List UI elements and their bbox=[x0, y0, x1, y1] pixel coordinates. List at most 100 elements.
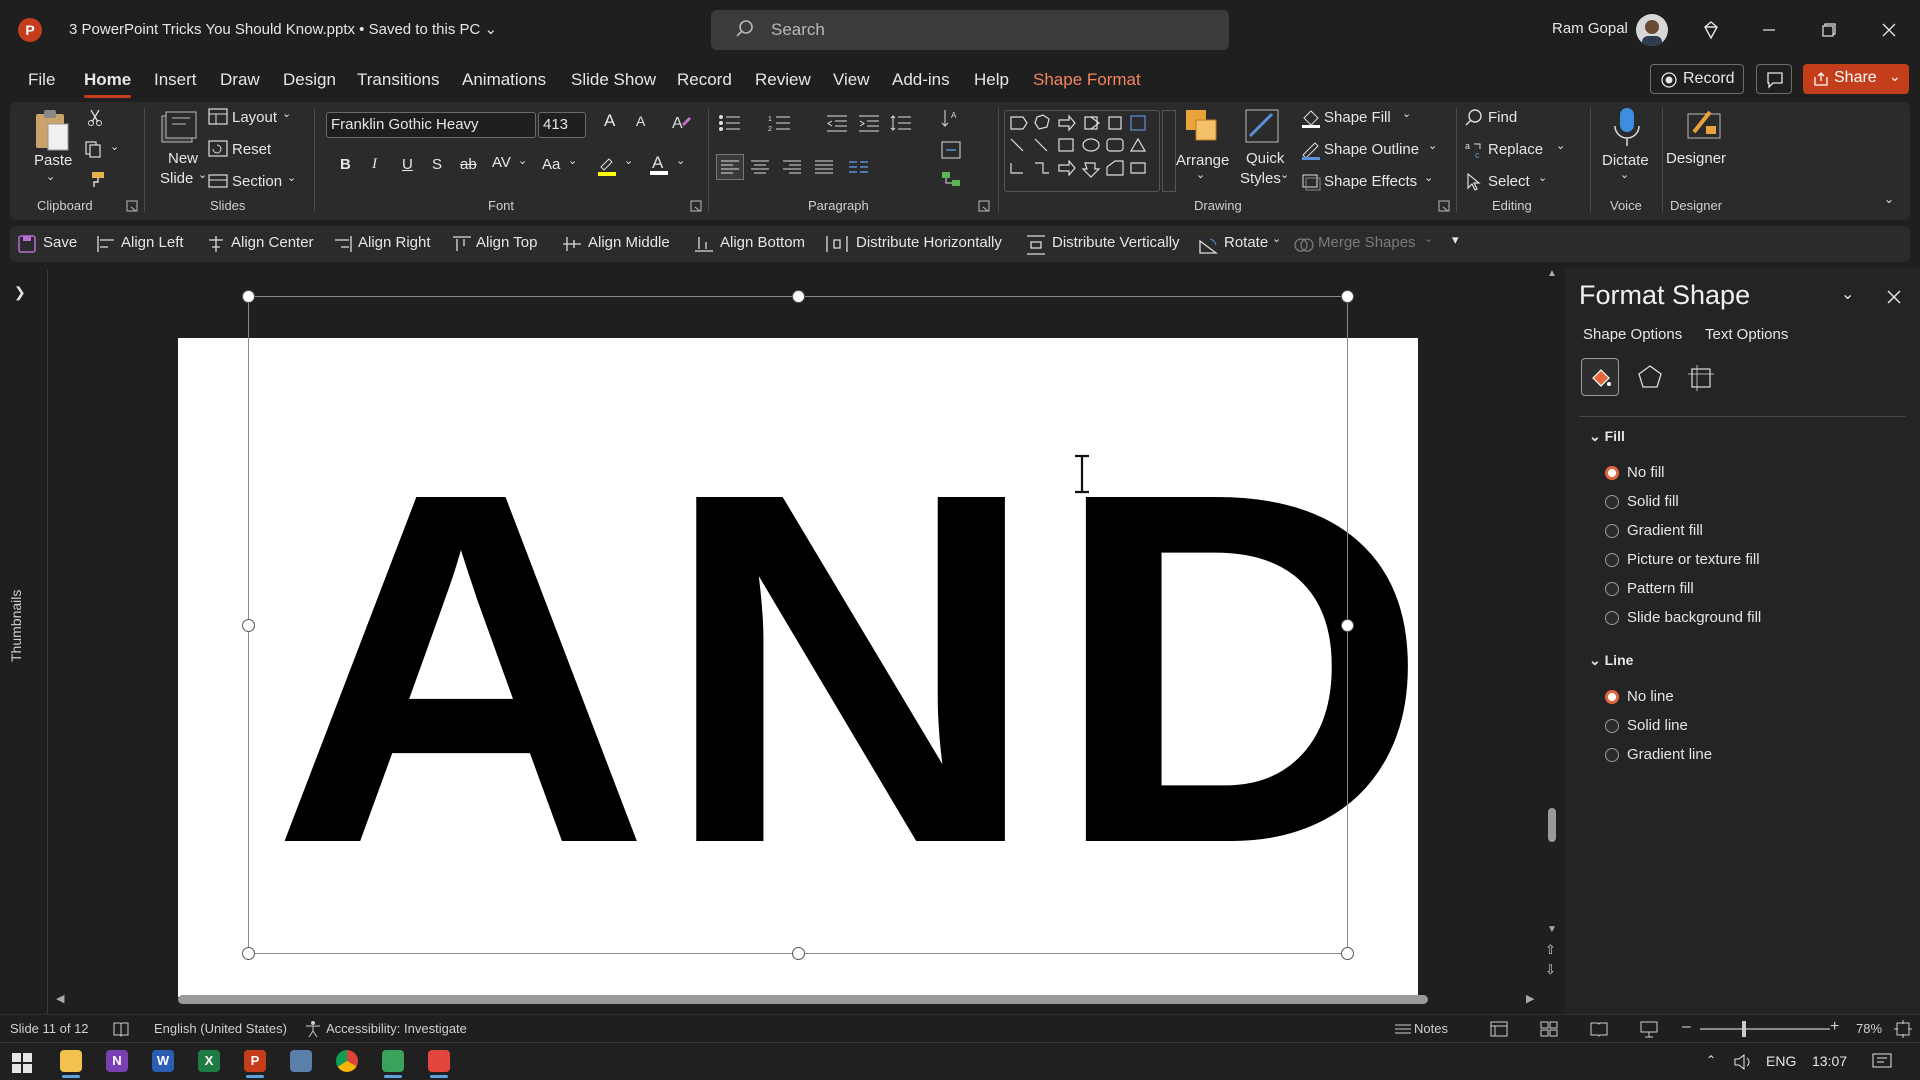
dialog-launcher-icon[interactable] bbox=[1438, 200, 1450, 212]
chevron-down-icon[interactable]: ⌄ bbox=[676, 154, 685, 167]
copy-icon[interactable] bbox=[84, 140, 104, 158]
scroll-right-icon[interactable]: ▶ bbox=[1526, 992, 1534, 1005]
tab-shape-options[interactable]: Shape Options bbox=[1583, 326, 1682, 343]
layout-button[interactable]: Layout bbox=[232, 109, 277, 126]
text-direction-icon[interactable]: A bbox=[940, 108, 962, 130]
slide-sorter-icon[interactable] bbox=[1540, 1021, 1558, 1037]
chevron-down-icon[interactable]: ⌄ bbox=[1428, 139, 1437, 152]
qat-rotate[interactable]: Rotate bbox=[1224, 234, 1268, 251]
save-icon[interactable] bbox=[18, 235, 36, 253]
dictate-button[interactable] bbox=[1610, 106, 1644, 152]
font-size-combo[interactable]: 413 bbox=[538, 112, 586, 138]
tab-home[interactable]: Home bbox=[84, 70, 132, 98]
expand-thumbnails-icon[interactable]: ❯ bbox=[14, 284, 26, 301]
chevron-down-icon[interactable]: ⌄ bbox=[1556, 139, 1565, 152]
language-indicator[interactable]: English (United States) bbox=[154, 1021, 287, 1036]
radio-button[interactable] bbox=[1605, 465, 1619, 480]
bullets-icon[interactable] bbox=[718, 114, 742, 132]
radio-slide-background-fill[interactable]: Slide background fill bbox=[1605, 609, 1761, 626]
qat-align-middle[interactable]: Align Middle bbox=[588, 234, 670, 251]
fill-section-header[interactable]: ⌄ Fill bbox=[1589, 428, 1625, 445]
zoom-level[interactable]: 78% bbox=[1856, 1021, 1882, 1036]
shapes-gallery-scroll[interactable] bbox=[1162, 110, 1176, 192]
find-icon[interactable] bbox=[1464, 108, 1484, 128]
powerpoint-icon[interactable]: P bbox=[244, 1050, 266, 1078]
qat-align-left[interactable]: Align Left bbox=[121, 234, 184, 251]
notes-icon[interactable] bbox=[1394, 1021, 1412, 1037]
shapes-gallery[interactable] bbox=[1004, 110, 1160, 192]
distribute-horizontally-icon[interactable] bbox=[826, 235, 848, 253]
find-button[interactable]: Find bbox=[1488, 109, 1517, 126]
radio-gradient-fill[interactable]: Gradient fill bbox=[1605, 522, 1703, 539]
paste-button[interactable] bbox=[32, 108, 70, 156]
radio-no-fill[interactable]: No fill bbox=[1605, 464, 1665, 481]
volume-icon[interactable] bbox=[1734, 1054, 1752, 1070]
dialog-launcher-icon[interactable] bbox=[978, 200, 990, 212]
onenote-icon[interactable]: N bbox=[106, 1050, 128, 1072]
layout-icon[interactable] bbox=[208, 108, 228, 126]
size-properties-icon[interactable] bbox=[1687, 364, 1715, 392]
increase-font-size-button[interactable]: A bbox=[604, 111, 615, 131]
section-button[interactable]: Section bbox=[232, 173, 282, 190]
select-cursor-icon[interactable] bbox=[1464, 172, 1484, 192]
tab-file[interactable]: File bbox=[28, 70, 55, 90]
notes-button[interactable]: Notes bbox=[1414, 1021, 1448, 1036]
windows-start-icon[interactable] bbox=[12, 1053, 32, 1073]
next-slide-icon[interactable]: ⇩ bbox=[1545, 962, 1556, 978]
normal-view-icon[interactable] bbox=[1490, 1021, 1508, 1037]
new-slide-button[interactable] bbox=[158, 108, 198, 152]
columns-icon[interactable] bbox=[848, 158, 870, 176]
file-explorer-icon[interactable] bbox=[60, 1050, 82, 1078]
radio-solid-line[interactable]: Solid line bbox=[1605, 717, 1688, 734]
reset-button[interactable]: Reset bbox=[232, 141, 271, 158]
zoom-slider[interactable] bbox=[1700, 1028, 1830, 1030]
customize-toolbar-icon[interactable]: ▾ bbox=[1452, 232, 1459, 248]
vertical-scroll-thumb[interactable] bbox=[1548, 808, 1556, 842]
chevron-down-icon[interactable]: ⌄ bbox=[1889, 68, 1901, 85]
section-icon[interactable] bbox=[208, 172, 228, 190]
shape-fill-icon[interactable] bbox=[1300, 108, 1322, 128]
tab-insert[interactable]: Insert bbox=[154, 70, 197, 90]
calculator-icon[interactable] bbox=[290, 1050, 312, 1072]
chevron-down-icon[interactable]: ⌄ bbox=[46, 170, 55, 183]
tab-view[interactable]: View bbox=[833, 70, 870, 90]
radio-no-line[interactable]: No line bbox=[1605, 688, 1674, 705]
tab-draw[interactable]: Draw bbox=[220, 70, 260, 90]
input-language[interactable]: ENG bbox=[1766, 1053, 1796, 1069]
resize-handle-bottom-left[interactable] bbox=[242, 947, 255, 960]
horizontal-scroll-thumb[interactable] bbox=[178, 995, 1428, 1004]
zoom-in-button[interactable]: + bbox=[1830, 1018, 1839, 1036]
chrome-icon[interactable] bbox=[336, 1050, 358, 1072]
chevron-down-icon[interactable]: ⌄ bbox=[568, 154, 577, 167]
radio-gradient-line[interactable]: Gradient line bbox=[1605, 746, 1712, 763]
designer-button[interactable] bbox=[1684, 106, 1724, 150]
search-box[interactable]: Search bbox=[711, 10, 1229, 50]
show-hidden-icons-icon[interactable]: ⌃ bbox=[1706, 1053, 1716, 1067]
line-section-header[interactable]: ⌄ Line bbox=[1589, 652, 1633, 669]
fit-to-window-icon[interactable] bbox=[1894, 1020, 1912, 1038]
tab-shape-format[interactable]: Shape Format bbox=[1033, 70, 1141, 90]
align-right-icon[interactable] bbox=[782, 158, 802, 176]
document-title[interactable]: 3 PowerPoint Tricks You Should Know.pptx… bbox=[69, 20, 497, 38]
character-spacing-button[interactable]: AV bbox=[492, 154, 511, 171]
clear-formatting-icon[interactable]: A bbox=[670, 112, 692, 132]
tab-design[interactable]: Design bbox=[283, 70, 336, 90]
chevron-down-icon[interactable]: ⌄ bbox=[198, 168, 207, 181]
underline-button[interactable]: U bbox=[402, 156, 413, 173]
previous-slide-icon[interactable]: ⇧ bbox=[1545, 942, 1556, 958]
shape-effects-icon[interactable] bbox=[1300, 172, 1322, 192]
recorder-icon[interactable] bbox=[428, 1050, 450, 1078]
format-painter-icon[interactable] bbox=[86, 170, 106, 188]
line-spacing-icon[interactable] bbox=[890, 114, 912, 132]
spelling-check-icon[interactable] bbox=[112, 1021, 130, 1037]
camtasia-icon[interactable] bbox=[382, 1050, 404, 1078]
chevron-down-icon[interactable]: ⌄ bbox=[1620, 168, 1629, 181]
radio-button[interactable] bbox=[1605, 718, 1619, 733]
replace-icon[interactable]: ac bbox=[1464, 140, 1486, 160]
align-text-icon[interactable] bbox=[940, 140, 962, 160]
highlight-icon[interactable] bbox=[596, 154, 618, 176]
align-left-icon[interactable] bbox=[96, 235, 116, 253]
shape-outline-icon[interactable] bbox=[1300, 140, 1322, 160]
chevron-down-icon[interactable]: ⌄ bbox=[624, 154, 633, 167]
clock[interactable]: 13:07 bbox=[1812, 1053, 1847, 1069]
